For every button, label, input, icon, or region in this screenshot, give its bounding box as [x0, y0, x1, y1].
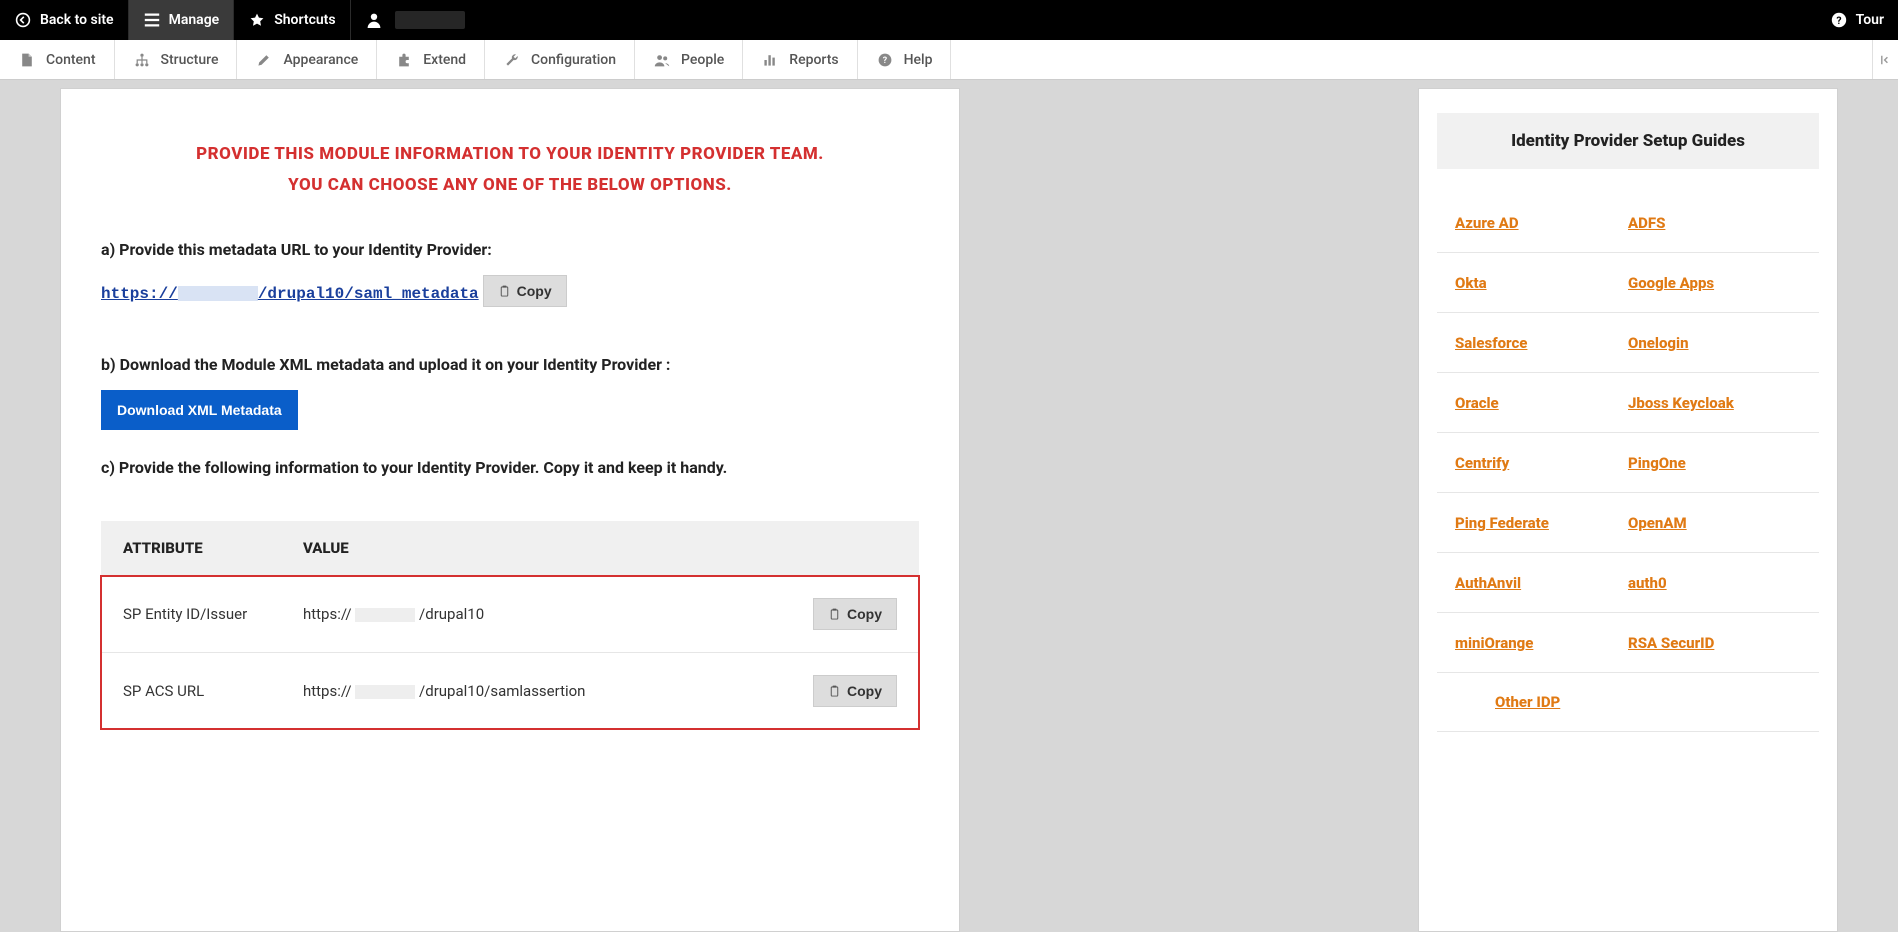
guide-link-okta[interactable]: Okta [1455, 274, 1487, 292]
guide-link-miniorange[interactable]: miniOrange [1455, 634, 1533, 652]
menu-people[interactable]: People [635, 40, 743, 79]
guide-link-authanvil[interactable]: AuthAnvil [1455, 574, 1521, 592]
chevron-left-circle-icon [14, 11, 32, 29]
guide-link-centrify[interactable]: Centrify [1455, 454, 1509, 472]
page-body: PROVIDE THIS MODULE INFORMATION TO YOUR … [0, 80, 1898, 932]
menu-extend[interactable]: Extend [377, 40, 485, 79]
back-to-site-label: Back to site [40, 12, 114, 28]
clipboard-icon [828, 685, 841, 698]
guide-link-auth0[interactable]: auth0 [1628, 574, 1667, 592]
help-circle-icon: ? [1830, 11, 1848, 29]
guide-link-openam[interactable]: OpenAM [1628, 514, 1687, 532]
attr-value: https:// /drupal10 [303, 605, 484, 623]
guide-link-google-apps[interactable]: Google Apps [1628, 274, 1714, 292]
admin-menu: Content Structure Appearance Extend Conf… [0, 40, 1898, 80]
user-menu[interactable] [351, 0, 479, 40]
sp-attributes-table: ATTRIBUTE VALUE SP Entity ID/Issuer http… [101, 521, 919, 729]
shortcuts-link[interactable]: Shortcuts [234, 0, 350, 40]
guide-link-onelogin[interactable]: Onelogin [1628, 334, 1689, 352]
hierarchy-icon [133, 51, 151, 69]
guide-link-other-idp[interactable]: Other IDP [1495, 693, 1560, 711]
table-row: SP ACS URL https:// /drupal10/samlassert… [101, 653, 919, 730]
card-heading: PROVIDE THIS MODULE INFORMATION TO YOUR … [101, 139, 919, 200]
sp-metadata-card: PROVIDE THIS MODULE INFORMATION TO YOUR … [60, 88, 960, 932]
guide-link-adfs[interactable]: ADFS [1628, 214, 1665, 232]
toolbar-orientation-toggle[interactable] [1872, 40, 1898, 79]
table-row: SP Entity ID/Issuer https:// /drupal10 C… [101, 576, 919, 653]
menu-people-label: People [681, 52, 724, 68]
paintbrush-icon [255, 51, 273, 69]
wrench-icon [503, 51, 521, 69]
menu-reports[interactable]: Reports [743, 40, 857, 79]
attr-name: SP Entity ID/Issuer [101, 576, 281, 653]
table-header-value: VALUE [281, 521, 919, 576]
guide-link-pingone[interactable]: PingOne [1628, 454, 1686, 472]
manage-label: Manage [169, 12, 220, 28]
svg-text:?: ? [882, 56, 887, 66]
copy-acs-url-button[interactable]: Copy [813, 675, 897, 707]
metadata-url-link[interactable]: https:///drupal10/saml_metadata [101, 285, 479, 303]
menu-appearance[interactable]: Appearance [237, 40, 377, 79]
menu-structure[interactable]: Structure [115, 40, 238, 79]
menu-extend-label: Extend [423, 52, 466, 68]
shortcuts-label: Shortcuts [274, 12, 335, 28]
idp-guides-list: Azure AD ADFS Okta Google Apps Salesforce O… [1419, 193, 1837, 732]
guide-link-jboss-keycloak[interactable]: Jboss Keycloak [1628, 394, 1734, 412]
guide-link-azure-ad[interactable]: Azure AD [1455, 214, 1519, 232]
menu-content-label: Content [46, 52, 96, 68]
step-c-label: c) Provide the following information to … [101, 458, 919, 477]
guide-link-ping-federate[interactable]: Ping Federate [1455, 514, 1549, 532]
copy-entity-id-button[interactable]: Copy [813, 598, 897, 630]
file-icon [18, 51, 36, 69]
back-to-site-link[interactable]: Back to site [0, 0, 129, 40]
step-b-label: b) Download the Module XML metadata and … [101, 355, 919, 374]
user-icon [365, 11, 383, 29]
hamburger-icon [143, 11, 161, 29]
username-redacted [395, 11, 465, 29]
menu-configuration-label: Configuration [531, 52, 616, 68]
admin-toolbar-top: Back to site Manage Shortcuts ? Tour [0, 0, 1898, 40]
tour-label: Tour [1856, 12, 1884, 28]
menu-configuration[interactable]: Configuration [485, 40, 635, 79]
menu-structure-label: Structure [161, 52, 219, 68]
attr-value: https:// /drupal10/samlassertion [303, 682, 586, 700]
clipboard-icon [498, 285, 511, 298]
guide-link-oracle[interactable]: Oracle [1455, 394, 1499, 412]
manage-link[interactable]: Manage [129, 0, 235, 40]
attr-name: SP ACS URL [101, 653, 281, 730]
url-redacted [178, 286, 258, 301]
star-icon [248, 11, 266, 29]
tour-link[interactable]: ? Tour [1816, 0, 1898, 40]
menu-help-label: Help [904, 52, 933, 68]
guide-link-rsa-securid[interactable]: RSA SecurID [1628, 634, 1714, 652]
menu-reports-label: Reports [789, 52, 838, 68]
menu-content[interactable]: Content [0, 40, 115, 79]
menu-appearance-label: Appearance [283, 52, 358, 68]
copy-label: Copy [517, 283, 552, 299]
help-icon: ? [876, 51, 894, 69]
copy-metadata-url-button[interactable]: Copy [483, 275, 567, 307]
guide-link-salesforce[interactable]: Salesforce [1455, 334, 1527, 352]
people-icon [653, 51, 671, 69]
clipboard-icon [828, 608, 841, 621]
table-header-attribute: ATTRIBUTE [101, 521, 281, 576]
idp-guides-title: Identity Provider Setup Guides [1437, 113, 1819, 169]
download-xml-button[interactable]: Download XML Metadata [101, 390, 298, 430]
step-a-label: a) Provide this metadata URL to your Ide… [101, 240, 919, 259]
menu-help[interactable]: ? Help [858, 40, 952, 79]
svg-text:?: ? [1836, 14, 1841, 27]
idp-guides-card: Identity Provider Setup Guides Azure ADA… [1418, 88, 1838, 932]
bar-chart-icon [761, 51, 779, 69]
puzzle-icon [395, 51, 413, 69]
